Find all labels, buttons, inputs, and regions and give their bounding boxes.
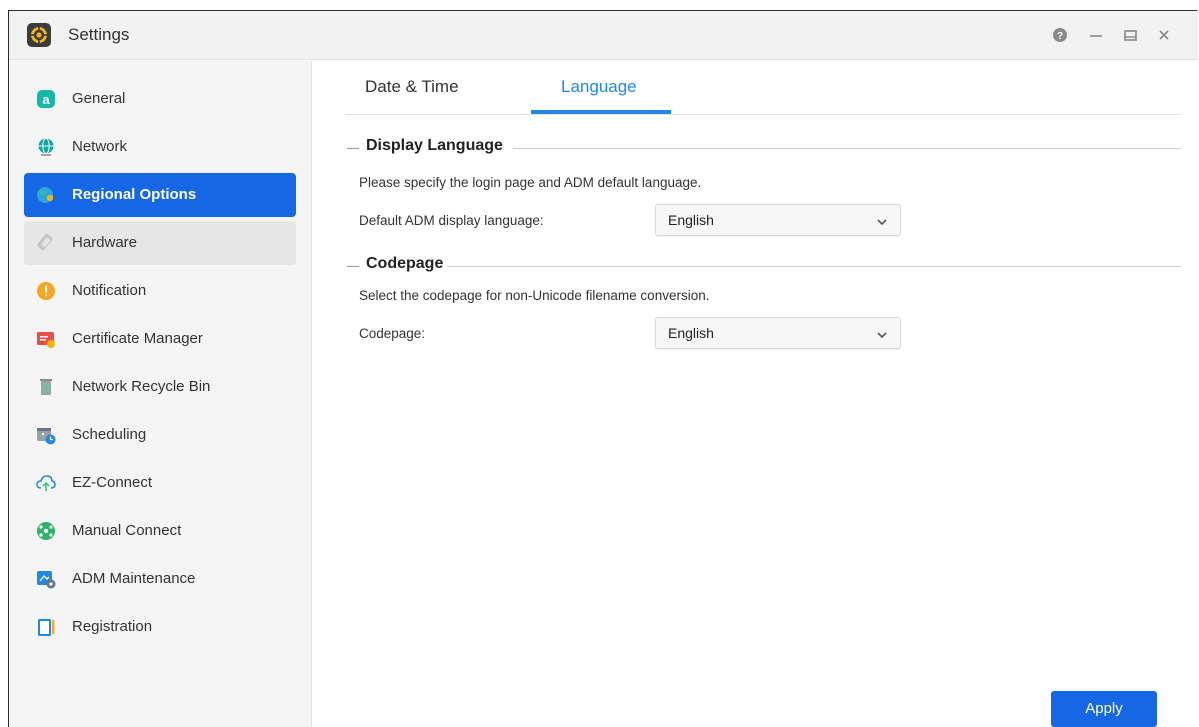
sidebar-item-label: Scheduling	[72, 426, 147, 443]
window-title: Settings	[68, 25, 130, 44]
sidebar-item-regional-options[interactable]: Regional Options	[24, 173, 296, 217]
section-title: Codepage	[366, 255, 444, 272]
general-icon: a	[36, 89, 56, 109]
sidebar-item-label: ADM Maintenance	[72, 570, 196, 587]
sidebar-item-label: General	[72, 90, 126, 107]
sidebar-item-network-recycle-bin[interactable]: Network Recycle Bin	[24, 365, 296, 409]
section-title: Display Language	[366, 137, 503, 154]
recycle-bin-icon	[36, 377, 56, 397]
minimize-icon[interactable]	[1087, 26, 1105, 44]
select-value: English	[668, 212, 714, 228]
sidebar-item-label: Regional Options	[72, 186, 197, 203]
tab-language[interactable]: Language	[561, 77, 637, 97]
display-language-label: Default ADM display language:	[359, 213, 544, 228]
registration-icon	[36, 617, 56, 637]
section-divider	[447, 266, 1181, 267]
sidebar-item-registration[interactable]: Registration	[24, 605, 296, 649]
sidebar-item-notification[interactable]: Notification	[24, 269, 296, 313]
select-value: English	[668, 325, 714, 341]
cloud-upload-icon	[36, 473, 56, 493]
sidebar-item-ez-connect[interactable]: EZ-Connect	[24, 461, 296, 505]
close-icon[interactable]	[1155, 26, 1173, 44]
codepage-label: Codepage:	[359, 326, 426, 341]
sidebar-item-general[interactable]: a General	[24, 77, 296, 121]
section-dash	[347, 148, 359, 149]
manual-connect-icon	[36, 521, 56, 541]
sidebar-item-label: Network Recycle Bin	[72, 378, 211, 395]
hardware-icon	[36, 233, 56, 253]
main-panel: Date & Time Language Display Language Pl…	[313, 61, 1198, 727]
section-dash	[347, 266, 359, 267]
globe-icon	[36, 137, 56, 157]
sidebar-item-label: Manual Connect	[72, 522, 182, 539]
sidebar-item-network[interactable]: Network	[24, 125, 296, 169]
regional-globe-icon	[36, 185, 56, 205]
sidebar-item-label: Registration	[72, 618, 153, 635]
codepage-description: Select the codepage for non-Unicode file…	[359, 288, 710, 303]
sidebar-item-manual-connect[interactable]: Manual Connect	[24, 509, 296, 553]
section-divider	[513, 148, 1181, 149]
display-language-select[interactable]: English	[655, 204, 901, 236]
sidebar-item-label: Hardware	[72, 234, 138, 251]
title-bar: Settings ?	[9, 11, 1198, 60]
tab-bar: Date & Time Language	[345, 61, 1181, 115]
settings-window: Settings ? a General Network Regional Op…	[8, 10, 1198, 727]
chevron-down-icon	[876, 328, 888, 340]
sidebar-item-adm-maintenance[interactable]: ADM Maintenance	[24, 557, 296, 601]
chevron-down-icon	[876, 215, 888, 227]
codepage-header: Codepage	[347, 255, 1181, 277]
sidebar-item-scheduling[interactable]: Scheduling	[24, 413, 296, 457]
sidebar-item-label: Notification	[72, 282, 147, 299]
sidebar-item-label: Network	[72, 138, 128, 155]
svg-text:?: ?	[1057, 31, 1063, 42]
calendar-clock-icon	[36, 425, 56, 445]
codepage-select[interactable]: English	[655, 317, 901, 349]
svg-text:a: a	[42, 92, 50, 107]
sidebar-item-label: EZ-Connect	[72, 474, 153, 491]
certificate-icon	[36, 329, 56, 349]
settings-gear-icon	[27, 23, 51, 47]
sidebar-item-certificate-manager[interactable]: Certificate Manager	[24, 317, 296, 361]
apply-button[interactable]: Apply	[1051, 691, 1157, 727]
maintenance-icon	[36, 569, 56, 589]
tab-date-time[interactable]: Date & Time	[365, 77, 459, 97]
exclamation-icon	[36, 281, 56, 301]
active-tab-indicator	[531, 110, 671, 114]
sidebar-item-hardware[interactable]: Hardware	[24, 221, 296, 265]
display-language-description: Please specify the login page and ADM de…	[359, 175, 702, 190]
display-language-header: Display Language	[347, 137, 1181, 159]
sidebar-item-label: Certificate Manager	[72, 330, 203, 347]
maximize-icon[interactable]	[1121, 26, 1139, 44]
sidebar: a General Network Regional Options Hardw…	[9, 61, 312, 727]
help-icon[interactable]: ?	[1051, 26, 1069, 44]
